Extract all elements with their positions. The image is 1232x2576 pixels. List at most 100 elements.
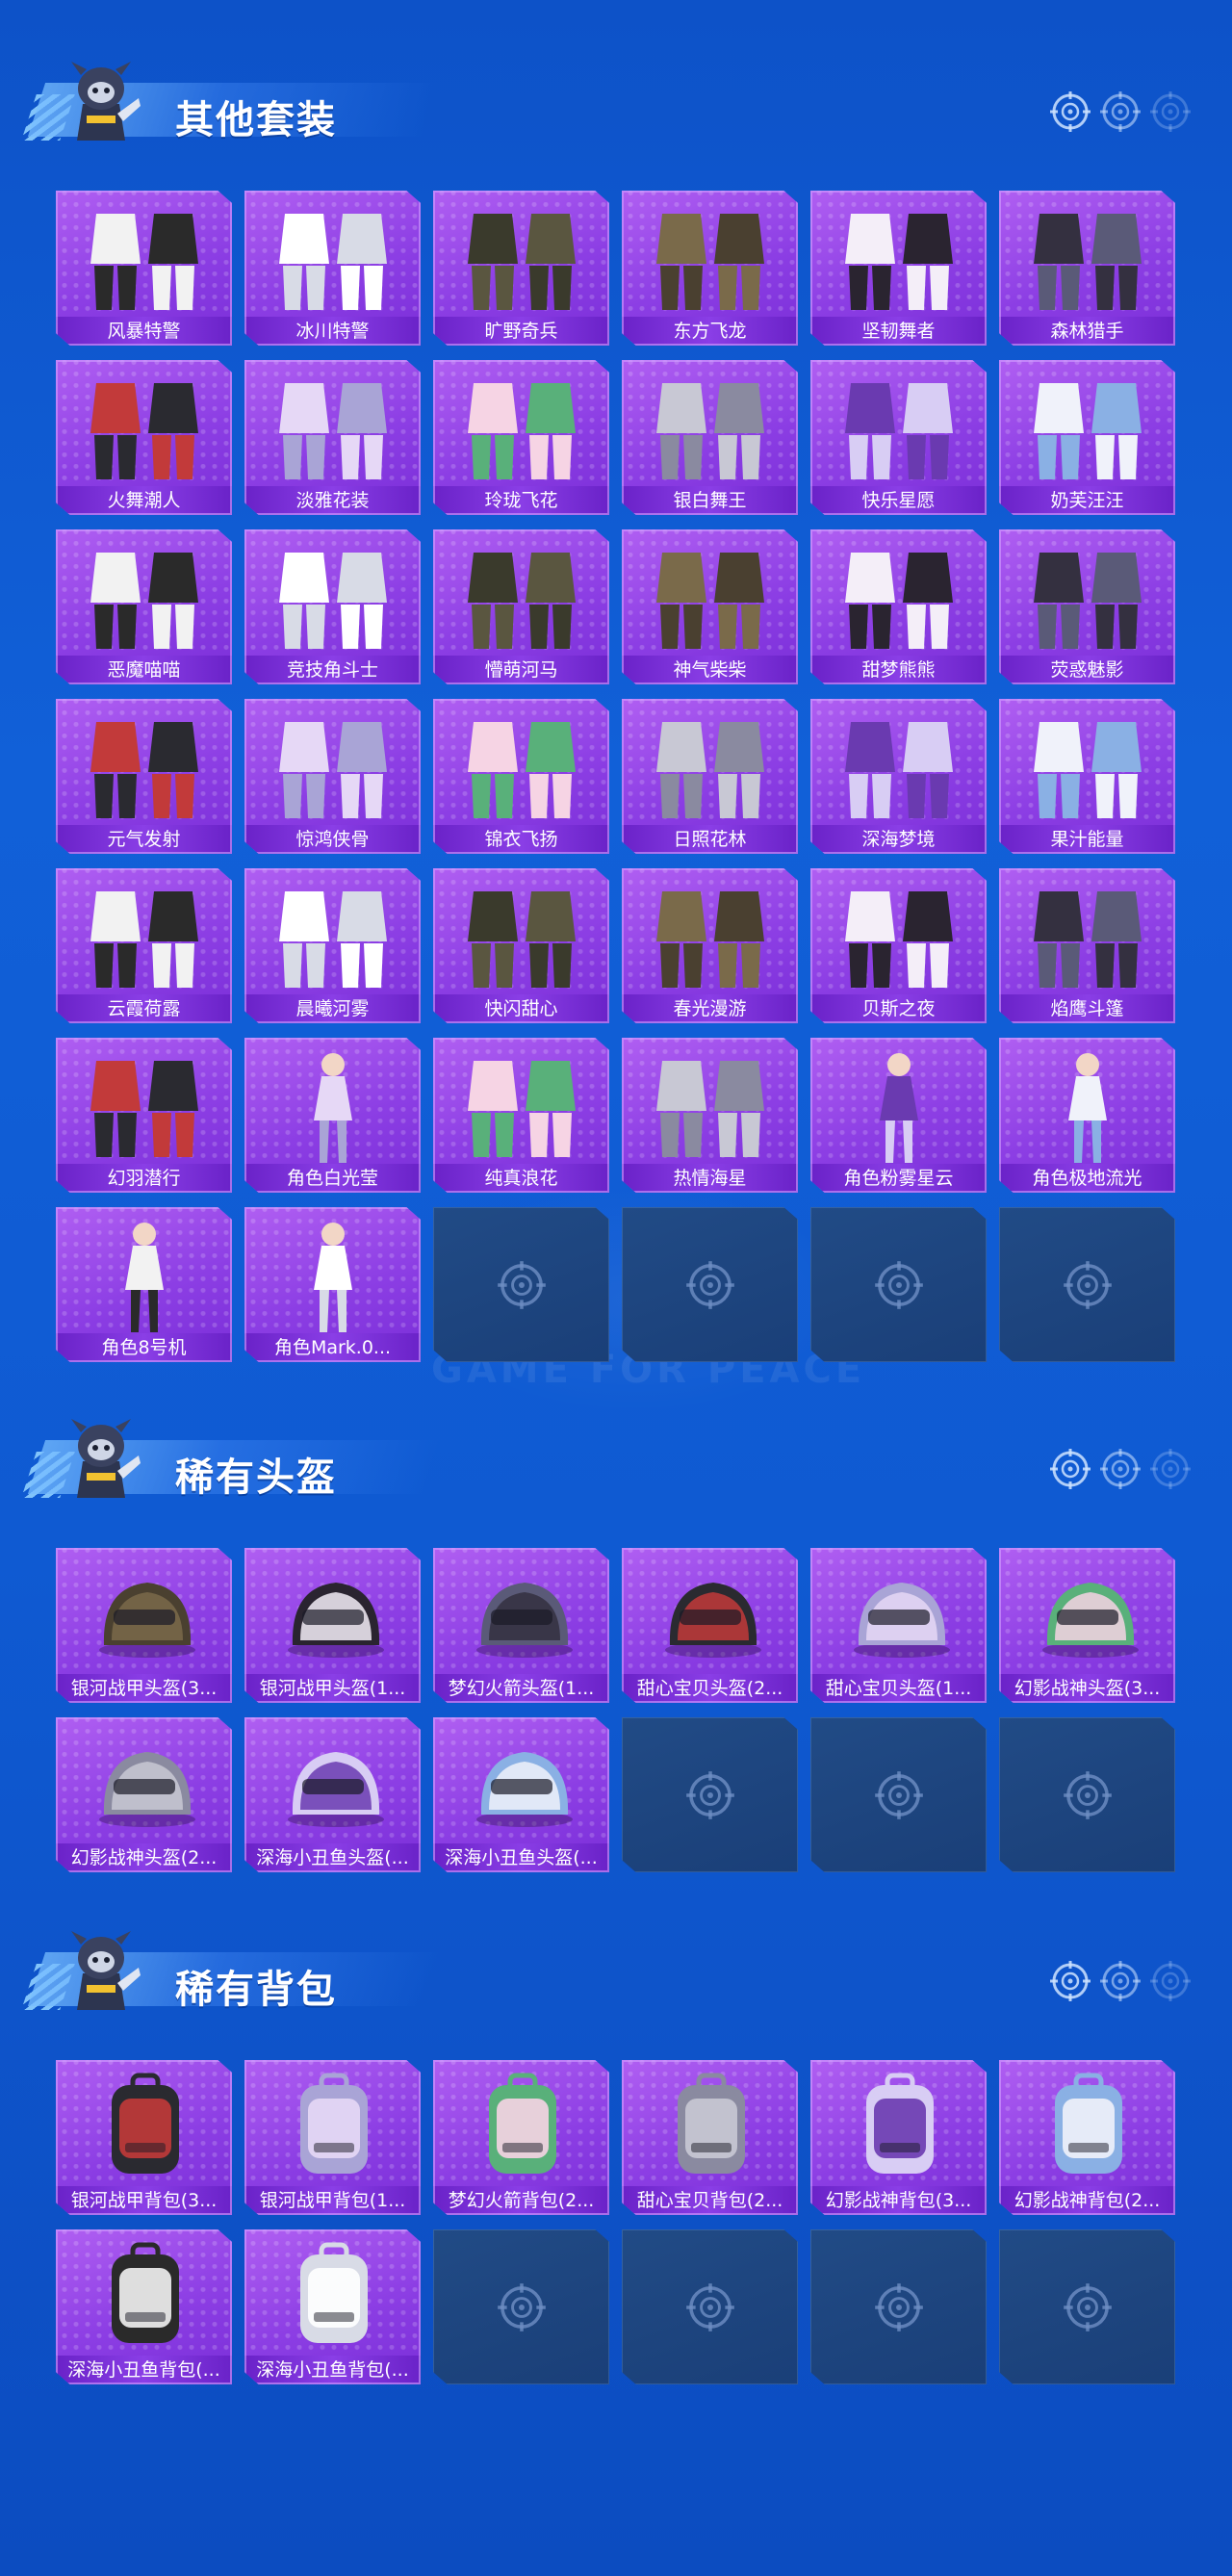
item-card[interactable]: 甜心宝贝头盔(2... xyxy=(622,1548,798,1703)
item-card[interactable]: 奶芙汪汪 xyxy=(999,360,1175,515)
item-name: 快闪甜心 xyxy=(433,994,609,1023)
empty-slot xyxy=(999,1717,1175,1872)
outfit-suit-image xyxy=(56,196,232,320)
item-card[interactable]: 银河战甲背包(3... xyxy=(56,2060,232,2215)
item-card[interactable]: 梦幻火箭背包(2... xyxy=(433,2060,609,2215)
crosshair-icon xyxy=(685,1260,735,1310)
empty-slot xyxy=(999,2229,1175,2384)
item-card[interactable]: 晨曦河雾 xyxy=(244,868,421,1023)
item-card[interactable]: 幻影战神头盔(3... xyxy=(999,1548,1175,1703)
item-card[interactable]: 角色极地流光 xyxy=(999,1038,1175,1193)
item-card[interactable]: 森林猎手 xyxy=(999,191,1175,346)
item-name: 梦幻火箭头盔(1... xyxy=(433,1674,609,1703)
outfit-suit-image xyxy=(622,196,798,320)
item-name: 春光漫游 xyxy=(622,994,798,1023)
item-card[interactable]: 深海梦境 xyxy=(810,699,987,854)
item-card[interactable]: 火舞潮人 xyxy=(56,360,232,515)
item-card[interactable]: 元气发射 xyxy=(56,699,232,854)
item-card[interactable]: 竞技角斗士 xyxy=(244,529,421,684)
item-grid: 银河战甲头盔(3... 银河战甲头盔(1... 梦幻火箭头盔(1... 甜心宝贝头盔(… xyxy=(56,1548,1175,1872)
item-card[interactable]: 角色Mark.0... xyxy=(244,1207,421,1362)
item-card[interactable]: 东方飞龙 xyxy=(622,191,798,346)
item-card[interactable]: 角色白光莹 xyxy=(244,1038,421,1193)
item-name: 恶魔喵喵 xyxy=(56,656,232,684)
crosshair-icon xyxy=(1063,1260,1113,1310)
crosshair-icon xyxy=(1149,90,1192,133)
item-card[interactable]: 纯真浪花 xyxy=(433,1038,609,1193)
item-card[interactable]: 快闪甜心 xyxy=(433,868,609,1023)
item-name: 幻影战神背包(3... xyxy=(810,2186,987,2215)
item-card[interactable]: 角色粉雾星云 xyxy=(810,1038,987,1193)
item-card[interactable]: 幻羽潜行 xyxy=(56,1038,232,1193)
item-name: 果汁能量 xyxy=(999,825,1175,854)
item-card[interactable]: 懵萌河马 xyxy=(433,529,609,684)
item-card[interactable]: 甜心宝贝背包(2... xyxy=(622,2060,798,2215)
outfit-suit-image xyxy=(622,705,798,828)
item-card[interactable]: 淡雅花装 xyxy=(244,360,421,515)
outfit-suit-image xyxy=(433,1043,609,1167)
outfit-character-image xyxy=(56,1213,232,1336)
item-card[interactable]: 坚韧舞者 xyxy=(810,191,987,346)
crosshair-icon xyxy=(1099,1448,1142,1490)
item-card[interactable]: 玲珑飞花 xyxy=(433,360,609,515)
outfit-suit-image xyxy=(244,366,421,489)
item-card[interactable]: 锦衣飞扬 xyxy=(433,699,609,854)
item-card[interactable]: 惊鸿侠骨 xyxy=(244,699,421,854)
item-card[interactable]: 果汁能量 xyxy=(999,699,1175,854)
outfit-suit-image xyxy=(56,366,232,489)
item-name: 风暴特警 xyxy=(56,317,232,346)
item-card[interactable]: 甜心宝贝头盔(1... xyxy=(810,1548,987,1703)
item-card[interactable]: 幻影战神头盔(2... xyxy=(56,1717,232,1872)
helmet-image xyxy=(433,1554,609,1677)
section-other-outfits: 其他套装 风暴特警 冰川特警 旷野奇兵 东方飞龙 坚韧舞者 森林猎手 火舞潮人 淡雅花装 玲珑飞花… xyxy=(0,56,1232,1362)
outfit-suit-image xyxy=(56,874,232,997)
crosshair-icon xyxy=(497,1260,547,1310)
item-card[interactable]: 银河战甲背包(1... xyxy=(244,2060,421,2215)
item-card[interactable]: 贝斯之夜 xyxy=(810,868,987,1023)
item-name: 银白舞王 xyxy=(622,486,798,515)
item-name: 冰川特警 xyxy=(244,317,421,346)
item-card[interactable]: 幻影战神背包(3... xyxy=(810,2060,987,2215)
item-card[interactable]: 幻影战神背包(2... xyxy=(999,2060,1175,2215)
section-header: 稀有背包 xyxy=(21,1925,1203,2022)
item-card[interactable]: 旷野奇兵 xyxy=(433,191,609,346)
item-card[interactable]: 深海小丑鱼头盔(... xyxy=(244,1717,421,1872)
item-card[interactable]: 神气柴柴 xyxy=(622,529,798,684)
item-name: 甜心宝贝头盔(1... xyxy=(810,1674,987,1703)
item-card[interactable]: 荧惑魅影 xyxy=(999,529,1175,684)
item-card[interactable]: 深海小丑鱼背包(... xyxy=(56,2229,232,2384)
item-card[interactable]: 冰川特警 xyxy=(244,191,421,346)
item-card[interactable]: 银河战甲头盔(3... xyxy=(56,1548,232,1703)
mascot-icon xyxy=(58,56,144,148)
item-card[interactable]: 深海小丑鱼头盔(... xyxy=(433,1717,609,1872)
crosshair-icon xyxy=(1049,1448,1091,1490)
outfit-suit-image xyxy=(56,705,232,828)
outfit-suit-image xyxy=(244,535,421,658)
item-card[interactable]: 快乐星愿 xyxy=(810,360,987,515)
item-card[interactable]: 日照花林 xyxy=(622,699,798,854)
outfit-suit-image xyxy=(810,196,987,320)
item-card[interactable]: 热情海星 xyxy=(622,1038,798,1193)
item-card[interactable]: 焰鹰斗篷 xyxy=(999,868,1175,1023)
empty-slot xyxy=(810,1717,987,1872)
outfit-suit-image xyxy=(810,366,987,489)
item-card[interactable]: 银白舞王 xyxy=(622,360,798,515)
outfit-suit-image xyxy=(244,874,421,997)
item-card[interactable]: 梦幻火箭头盔(1... xyxy=(433,1548,609,1703)
item-card[interactable]: 甜梦熊熊 xyxy=(810,529,987,684)
item-card[interactable]: 风暴特警 xyxy=(56,191,232,346)
item-card[interactable]: 深海小丑鱼背包(... xyxy=(244,2229,421,2384)
item-name: 银河战甲背包(1... xyxy=(244,2186,421,2215)
item-card[interactable]: 恶魔喵喵 xyxy=(56,529,232,684)
item-card[interactable]: 银河战甲头盔(1... xyxy=(244,1548,421,1703)
item-name: 火舞潮人 xyxy=(56,486,232,515)
item-name: 甜心宝贝背包(2... xyxy=(622,2186,798,2215)
item-card[interactable]: 角色8号机 xyxy=(56,1207,232,1362)
item-card[interactable]: 云霞荷露 xyxy=(56,868,232,1023)
outfit-suit-image xyxy=(244,196,421,320)
crosshair-icon xyxy=(1149,1448,1192,1490)
item-name: 竞技角斗士 xyxy=(244,656,421,684)
header-icon-group xyxy=(1049,1960,1203,2002)
item-card[interactable]: 春光漫游 xyxy=(622,868,798,1023)
item-name: 深海小丑鱼头盔(... xyxy=(433,1843,609,1872)
